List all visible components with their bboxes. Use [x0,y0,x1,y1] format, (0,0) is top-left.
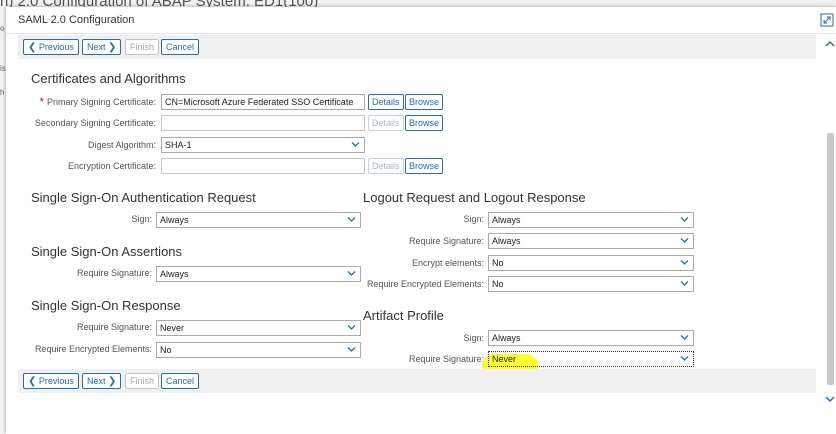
chevron-down-icon [680,217,689,222]
logout-encrypt-elements-select[interactable]: No [488,255,694,271]
sso-assertions-require-signature-label: Require Signature: [76,268,152,278]
chevron-right-icon: ❯ [108,376,117,387]
digest-algorithm-select[interactable]: SHA-1 [161,137,365,153]
chevron-down-icon [680,260,689,265]
background-edge-text: h [0,88,5,97]
previous-button[interactable]: ❮ Previous [23,39,79,55]
background-edge-text: is [0,64,6,73]
cancel-button[interactable]: Cancel [161,373,200,389]
chevron-down-icon [680,238,689,243]
logout-section-title: Logout Request and Logout Response [363,190,586,205]
encryption-certificate-label: Encryption Certificate: [67,161,156,171]
logout-encrypt-elements-label: Encrypt elements: [411,258,484,268]
next-button[interactable]: Next ❯ [82,373,122,389]
scrollbar-thumb[interactable] [827,133,834,385]
encryption-certificate-field[interactable] [161,158,365,174]
sso-response-require-signature-label: Require Signature: [76,322,152,332]
digest-algorithm-label: Digest Algorithm: [87,140,156,150]
vertical-scrollbar[interactable] [824,35,836,403]
artifact-require-signature-label: Require Signature: [408,354,484,364]
chevron-left-icon: ❮ [28,42,37,53]
scroll-down-icon[interactable] [825,395,835,403]
cancel-button[interactable]: Cancel [161,39,200,55]
chevron-down-icon [347,271,356,276]
chevron-right-icon: ❯ [108,42,117,53]
dialog-header: SAML 2.0 Configuration [6,7,836,34]
sso-request-sign-select[interactable]: Always [156,212,361,228]
chevron-down-icon [680,335,689,340]
certificates-section-title: Certificates and Algorithms [31,71,186,86]
expand-icon[interactable] [820,13,834,27]
wizard-toolbar-top: ❮ Previous Next ❯ Finish Cancel [18,35,816,59]
logout-require-encrypted-label: Require Encrypted Elements: [366,279,484,289]
secondary-signing-certificate-label: Secondary Signing Certificate: [34,118,156,128]
sso-request-section-title: Single Sign-On Authentication Request [31,190,256,205]
background-edge-text: o [0,24,5,33]
encryption-browse-button[interactable]: Browse [405,158,444,174]
sso-response-section-title: Single Sign-On Response [31,298,181,313]
secondary-browse-button[interactable]: Browse [405,115,444,131]
wizard-toolbar-bottom: ❮ Previous Next ❯ Finish Cancel [18,369,816,393]
dialog-title: SAML 2.0 Configuration [18,14,135,26]
logout-sign-label: Sign: [463,214,484,224]
required-indicator: * [39,96,47,108]
artifact-require-signature-select[interactable]: Never [488,351,694,367]
chevron-down-icon [680,281,689,286]
next-button[interactable]: Next ❯ [82,39,122,55]
sso-response-require-encrypted-select[interactable]: No [156,342,361,358]
secondary-signing-certificate-field[interactable] [161,115,365,131]
chevron-down-icon [347,325,356,330]
sso-request-sign-label: Sign: [131,214,152,224]
primary-details-button[interactable]: Details [368,94,404,110]
sso-assertions-require-signature-select[interactable]: Always [156,266,361,282]
sso-assertions-section-title: Single Sign-On Assertions [31,244,183,259]
encryption-details-button: Details [368,158,404,174]
primary-signing-certificate-field[interactable]: CN=Microsoft Azure Federated SSO Certifi… [161,94,365,110]
previous-button[interactable]: ❮ Previous [23,373,79,389]
primary-signing-certificate-label: * Primary Signing Certificate: [39,96,156,108]
logout-sign-select[interactable]: Always [488,212,694,228]
chevron-left-icon: ❮ [28,376,37,387]
chevron-down-icon [680,356,689,361]
chevron-down-icon [347,217,356,222]
sso-response-require-encrypted-label: Require Encrypted Elements: [34,344,152,354]
finish-button: Finish [125,373,160,389]
artifact-sign-select[interactable]: Always [488,330,694,346]
artifact-section-title: Artifact Profile [363,308,444,323]
logout-require-signature-select[interactable]: Always [488,233,694,249]
logout-require-encrypted-select[interactable]: No [488,276,694,292]
scroll-up-icon[interactable] [825,40,835,48]
secondary-details-button: Details [368,115,404,131]
sso-response-require-signature-select[interactable]: Never [156,320,361,336]
artifact-sign-label: Sign: [463,333,484,343]
saml-config-dialog: SAML 2.0 Configuration ❮ Previous Next ❯… [6,7,836,434]
chevron-down-icon [351,142,360,147]
chevron-down-icon [347,347,356,352]
logout-require-signature-label: Require Signature: [408,236,484,246]
finish-button: Finish [125,39,160,55]
primary-browse-button[interactable]: Browse [405,94,444,110]
